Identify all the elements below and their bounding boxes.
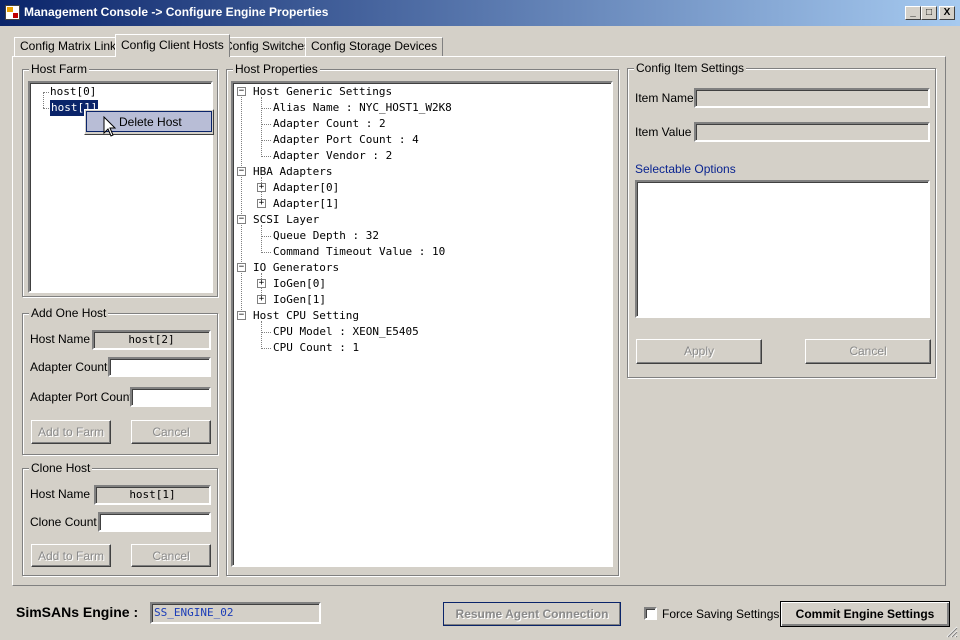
- engine-label: SimSANs Engine :: [16, 604, 139, 620]
- clone-count-label: Clone Count: [30, 515, 97, 529]
- tree-node-adapter-port-count[interactable]: Adapter Port Count : 4: [273, 132, 419, 148]
- window-title: Management Console -> Configure Engine P…: [24, 5, 329, 19]
- item-value-label: Item Value: [635, 125, 692, 139]
- resize-grip-icon[interactable]: [944, 624, 958, 638]
- add-host-cancel-button[interactable]: Cancel: [131, 420, 211, 444]
- collapse-icon[interactable]: −: [237, 215, 246, 224]
- host-name-field: host[2]: [92, 330, 211, 350]
- collapse-icon[interactable]: −: [237, 311, 246, 320]
- tab-config-matrix-links[interactable]: Config Matrix Links: [14, 37, 129, 56]
- clone-add-to-farm-button[interactable]: Add to Farm: [31, 544, 111, 567]
- selectable-options-label: Selectable Options: [635, 162, 736, 176]
- clone-cancel-button[interactable]: Cancel: [131, 544, 211, 567]
- resume-agent-connection-button[interactable]: Resume Agent Connection: [443, 602, 621, 626]
- host-item-0[interactable]: host[0]: [50, 84, 96, 100]
- item-name-field[interactable]: [694, 88, 930, 108]
- tree-node-adapter-vendor[interactable]: Adapter Vendor : 2: [273, 148, 392, 164]
- force-saving-label: Force Saving Settings: [662, 607, 780, 621]
- tree-connector: [241, 92, 242, 316]
- tree-connector: [261, 348, 271, 349]
- selectable-options-list[interactable]: [635, 180, 930, 318]
- expand-icon[interactable]: +: [257, 279, 266, 288]
- adapter-port-count-input[interactable]: [130, 387, 211, 407]
- apply-button[interactable]: Apply: [636, 339, 762, 364]
- tree-connector: [43, 108, 49, 109]
- tree-node-adapter-count[interactable]: Adapter Count : 2: [273, 116, 386, 132]
- tree-node-adapter-0[interactable]: Adapter[0]: [273, 180, 339, 196]
- app-icon: [5, 5, 20, 20]
- clone-count-input[interactable]: [98, 512, 211, 532]
- maximize-icon[interactable]: □: [921, 6, 937, 20]
- add-to-farm-button[interactable]: Add to Farm: [31, 420, 111, 444]
- minimize-icon[interactable]: _: [905, 6, 921, 20]
- tree-node-io-generators[interactable]: IO Generators: [253, 260, 339, 276]
- add-one-host-title: Add One Host: [29, 306, 109, 320]
- tree-node-queue-depth[interactable]: Queue Depth : 32: [273, 228, 379, 244]
- commit-engine-settings-button[interactable]: Commit Engine Settings: [780, 601, 950, 627]
- force-saving-checkbox[interactable]: [644, 607, 657, 620]
- item-name-label: Item Name: [635, 91, 694, 105]
- delete-host-label: Delete Host: [119, 115, 182, 129]
- tree-node-adapter-1[interactable]: Adapter[1]: [273, 196, 339, 212]
- host-farm-title: Host Farm: [29, 62, 90, 76]
- adapter-port-count-label: Adapter Port Count: [30, 390, 133, 404]
- tree-node-iogen-1[interactable]: IoGen[1]: [273, 292, 326, 308]
- tree-connector: [261, 332, 271, 333]
- tab-config-client-hosts[interactable]: Config Client Hosts: [115, 34, 230, 57]
- tree-node-cpu-model[interactable]: CPU Model : XEON_E5405: [273, 324, 419, 340]
- expand-icon[interactable]: +: [257, 183, 266, 192]
- tree-node-host-generic-settings[interactable]: Host Generic Settings: [253, 84, 392, 100]
- clone-host-title: Clone Host: [29, 461, 93, 475]
- item-value-field[interactable]: [694, 122, 930, 142]
- collapse-icon[interactable]: −: [237, 263, 246, 272]
- host-name-label: Host Name: [30, 332, 91, 346]
- tree-node-alias-name[interactable]: Alias Name : NYC_HOST1_W2K8: [273, 100, 452, 116]
- tab-config-storage-devices[interactable]: Config Storage Devices: [305, 37, 444, 56]
- tree-connector: [261, 97, 262, 157]
- tree-connector: [261, 108, 271, 109]
- expand-icon[interactable]: +: [257, 295, 266, 304]
- close-icon[interactable]: X: [939, 6, 955, 20]
- adapter-count-input[interactable]: [108, 357, 211, 377]
- engine-name-field: SS_ENGINE_02: [150, 602, 321, 624]
- tree-connector: [261, 156, 271, 157]
- tree-node-iogen-0[interactable]: IoGen[0]: [273, 276, 326, 292]
- clone-host-name-field: host[1]: [94, 485, 211, 505]
- clone-host-name-label: Host Name: [30, 487, 91, 501]
- collapse-icon[interactable]: −: [237, 167, 246, 176]
- tree-connector: [43, 92, 44, 108]
- tree-node-host-cpu-setting[interactable]: Host CPU Setting: [253, 308, 359, 324]
- tree-connector: [261, 236, 271, 237]
- config-item-settings-title: Config Item Settings: [634, 61, 747, 75]
- tree-connector: [261, 124, 271, 125]
- host-properties-title: Host Properties: [233, 62, 320, 76]
- tree-connector: [261, 225, 262, 253]
- tree-connector: [261, 252, 271, 253]
- tree-connector: [43, 92, 49, 93]
- config-item-cancel-button[interactable]: Cancel: [805, 339, 931, 364]
- adapter-count-label: Adapter Count: [30, 360, 108, 374]
- mouse-cursor-icon: [103, 116, 117, 137]
- tree-connector: [261, 321, 262, 349]
- tree-node-command-timeout[interactable]: Command Timeout Value : 10: [273, 244, 445, 260]
- tree-node-hba-adapters[interactable]: HBA Adapters: [253, 164, 332, 180]
- expand-icon[interactable]: +: [257, 199, 266, 208]
- tree-connector: [261, 140, 271, 141]
- tab-config-switches[interactable]: Config Switches: [218, 37, 317, 56]
- collapse-icon[interactable]: −: [237, 87, 246, 96]
- tree-node-scsi-layer[interactable]: SCSI Layer: [253, 212, 319, 228]
- tree-node-cpu-count[interactable]: CPU Count : 1: [273, 340, 359, 356]
